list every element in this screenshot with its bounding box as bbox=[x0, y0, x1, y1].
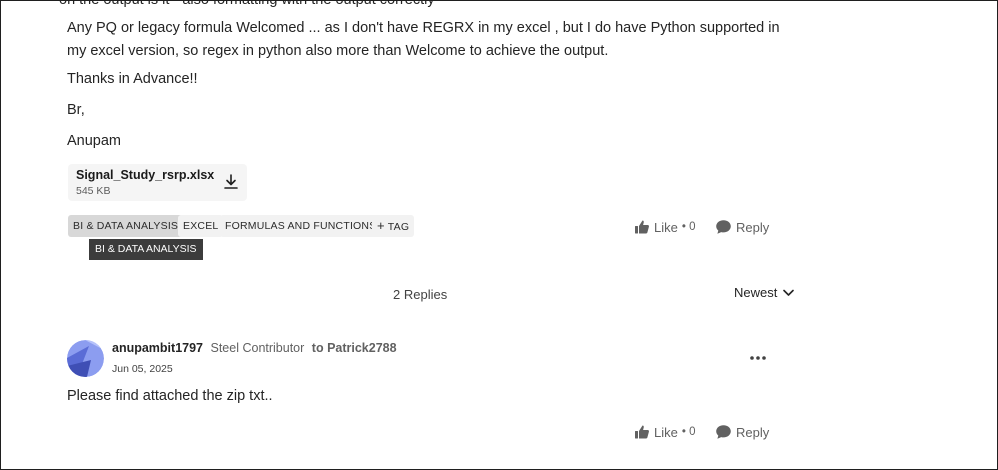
reply-target: to Patrick2788 bbox=[311, 341, 397, 355]
more-options-icon[interactable] bbox=[749, 351, 767, 363]
like-label: Like bbox=[654, 219, 678, 235]
attachment-size: 545 KB bbox=[76, 185, 111, 197]
like-button[interactable]: Like • 0 bbox=[634, 217, 695, 237]
reply-button[interactable]: Reply bbox=[715, 217, 769, 237]
page-frame: on the output is it - also formatting wi… bbox=[0, 0, 998, 470]
avatar[interactable] bbox=[67, 340, 104, 377]
reply-body: Please find attached the zip txt.. bbox=[67, 388, 273, 404]
tag-bi-data-analysis[interactable]: BI & DATA ANALYSIS bbox=[68, 215, 184, 237]
post-paragraph: Br, bbox=[67, 102, 85, 118]
tag-tooltip: BI & DATA ANALYSIS bbox=[89, 239, 203, 260]
comment-icon bbox=[715, 424, 732, 440]
tag-excel[interactable]: EXCEL bbox=[178, 215, 224, 237]
attachment-card[interactable]: Signal_Study_rsrp.xlsx 545 KB bbox=[68, 164, 247, 201]
thumbs-up-icon bbox=[634, 219, 650, 235]
replies-count: 2 Replies bbox=[393, 287, 448, 302]
download-icon[interactable] bbox=[222, 173, 240, 191]
like-count: • 0 bbox=[681, 426, 696, 438]
reply-label: Reply bbox=[736, 219, 770, 235]
reply-author-line: anupambit1797 Steel Contributor to Patri… bbox=[112, 341, 397, 355]
like-count: • 0 bbox=[681, 221, 696, 233]
author-name[interactable]: anupambit1797 bbox=[112, 341, 203, 355]
cut-off-text-line: on the output is it - also formatting wi… bbox=[59, 0, 435, 8]
sort-label: Newest bbox=[734, 285, 778, 300]
attachment-name[interactable]: Signal_Study_rsrp.xlsx bbox=[76, 168, 214, 182]
author-rank: Steel Contributor bbox=[210, 341, 305, 355]
add-tag-button[interactable]: + TAG bbox=[372, 215, 415, 237]
add-tag-label: TAG bbox=[387, 221, 410, 233]
post-paragraph: Any PQ or legacy formula Welcomed ... as… bbox=[67, 20, 780, 59]
chevron-down-icon bbox=[783, 285, 795, 300]
reply-like-button[interactable]: Like • 0 bbox=[634, 422, 695, 442]
comment-icon bbox=[715, 219, 732, 235]
post-signature: Anupam bbox=[67, 133, 122, 149]
plus-icon: + bbox=[377, 218, 385, 233]
sort-dropdown[interactable]: Newest bbox=[734, 285, 795, 300]
post-paragraph: Thanks in Advance!! bbox=[67, 71, 198, 87]
reply-reply-button[interactable]: Reply bbox=[715, 422, 769, 442]
thumbs-up-icon bbox=[634, 424, 650, 440]
reply-label: Reply bbox=[736, 424, 770, 440]
like-label: Like bbox=[654, 424, 678, 440]
reply-date: Jun 05, 2025 bbox=[112, 363, 173, 375]
tag-formulas-and-functions[interactable]: FORMULAS AND FUNCTIONS bbox=[220, 215, 382, 237]
